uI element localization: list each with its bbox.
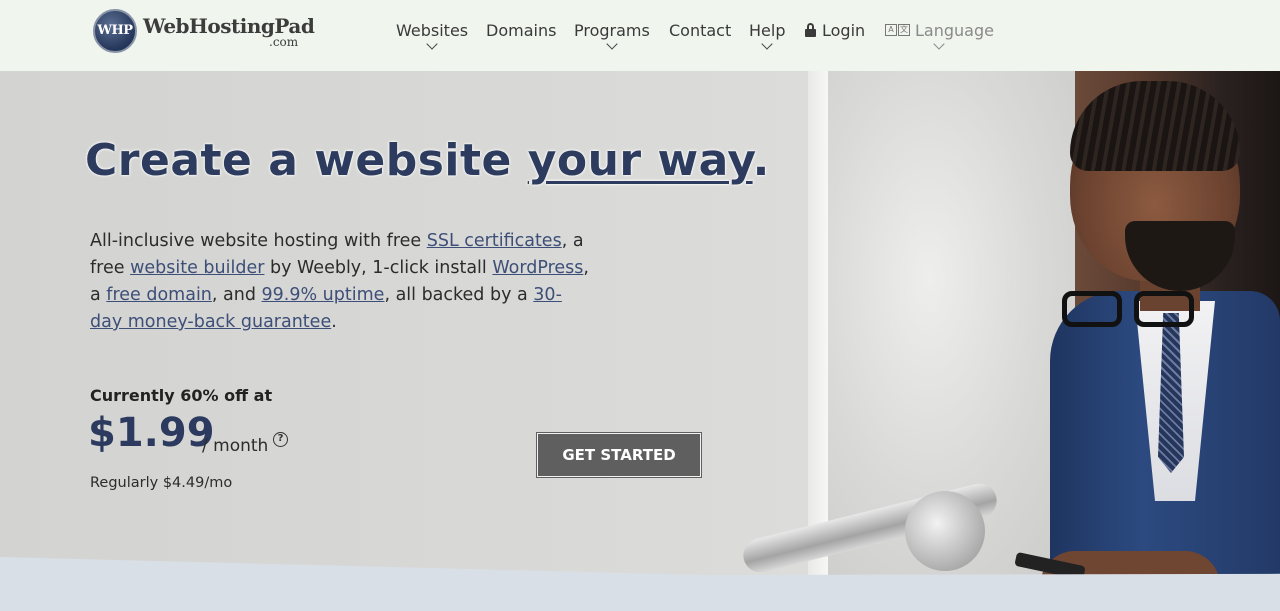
website-builder-link[interactable]: website builder — [130, 258, 264, 278]
regular-price: Regularly $4.49/mo — [90, 475, 233, 491]
translate-icon: A文 — [885, 23, 911, 37]
chevron-down-icon — [606, 38, 618, 50]
nav-login[interactable]: Login — [804, 21, 865, 40]
nav-contact[interactable]: Contact — [669, 21, 731, 40]
get-started-button[interactable]: GET STARTED — [536, 432, 702, 478]
price-period: / month — [202, 436, 269, 456]
nav-language[interactable]: A 文 Language — [885, 21, 994, 50]
chevron-down-icon — [933, 38, 946, 50]
logo-mark: WHP — [93, 9, 137, 53]
free-domain-link[interactable]: free domain — [106, 285, 212, 305]
nav-help[interactable]: Help — [749, 21, 785, 50]
nav-websites[interactable]: Websites — [396, 21, 468, 50]
nav-programs[interactable]: Programs — [574, 21, 650, 50]
hero-description: All-inclusive website hosting with free … — [90, 231, 589, 332]
chevron-down-icon — [426, 38, 438, 50]
uptime-link[interactable]: 99.9% uptime — [262, 285, 385, 305]
site-logo[interactable]: WHP WebHostingPad .com — [93, 9, 315, 53]
hero-headline: Create a website your way. — [85, 135, 770, 186]
logo-suffix: .com — [269, 35, 299, 49]
help-icon[interactable]: ? — [273, 432, 288, 447]
chevron-down-icon — [761, 38, 773, 50]
lock-icon — [804, 23, 817, 37]
ssl-certificates-link[interactable]: SSL certificates — [427, 231, 562, 251]
price: $1.99 — [88, 410, 215, 456]
nav-domains[interactable]: Domains — [486, 21, 556, 40]
hero-photo-railing-end — [905, 491, 985, 571]
wordpress-link[interactable]: WordPress — [492, 258, 583, 278]
hero-person-image — [1014, 81, 1280, 611]
site-header: WHP WebHostingPad .com Websites Domains … — [0, 0, 1280, 71]
promo-text: Currently 60% off at — [90, 386, 273, 405]
hero-photo-pillar — [808, 71, 828, 591]
